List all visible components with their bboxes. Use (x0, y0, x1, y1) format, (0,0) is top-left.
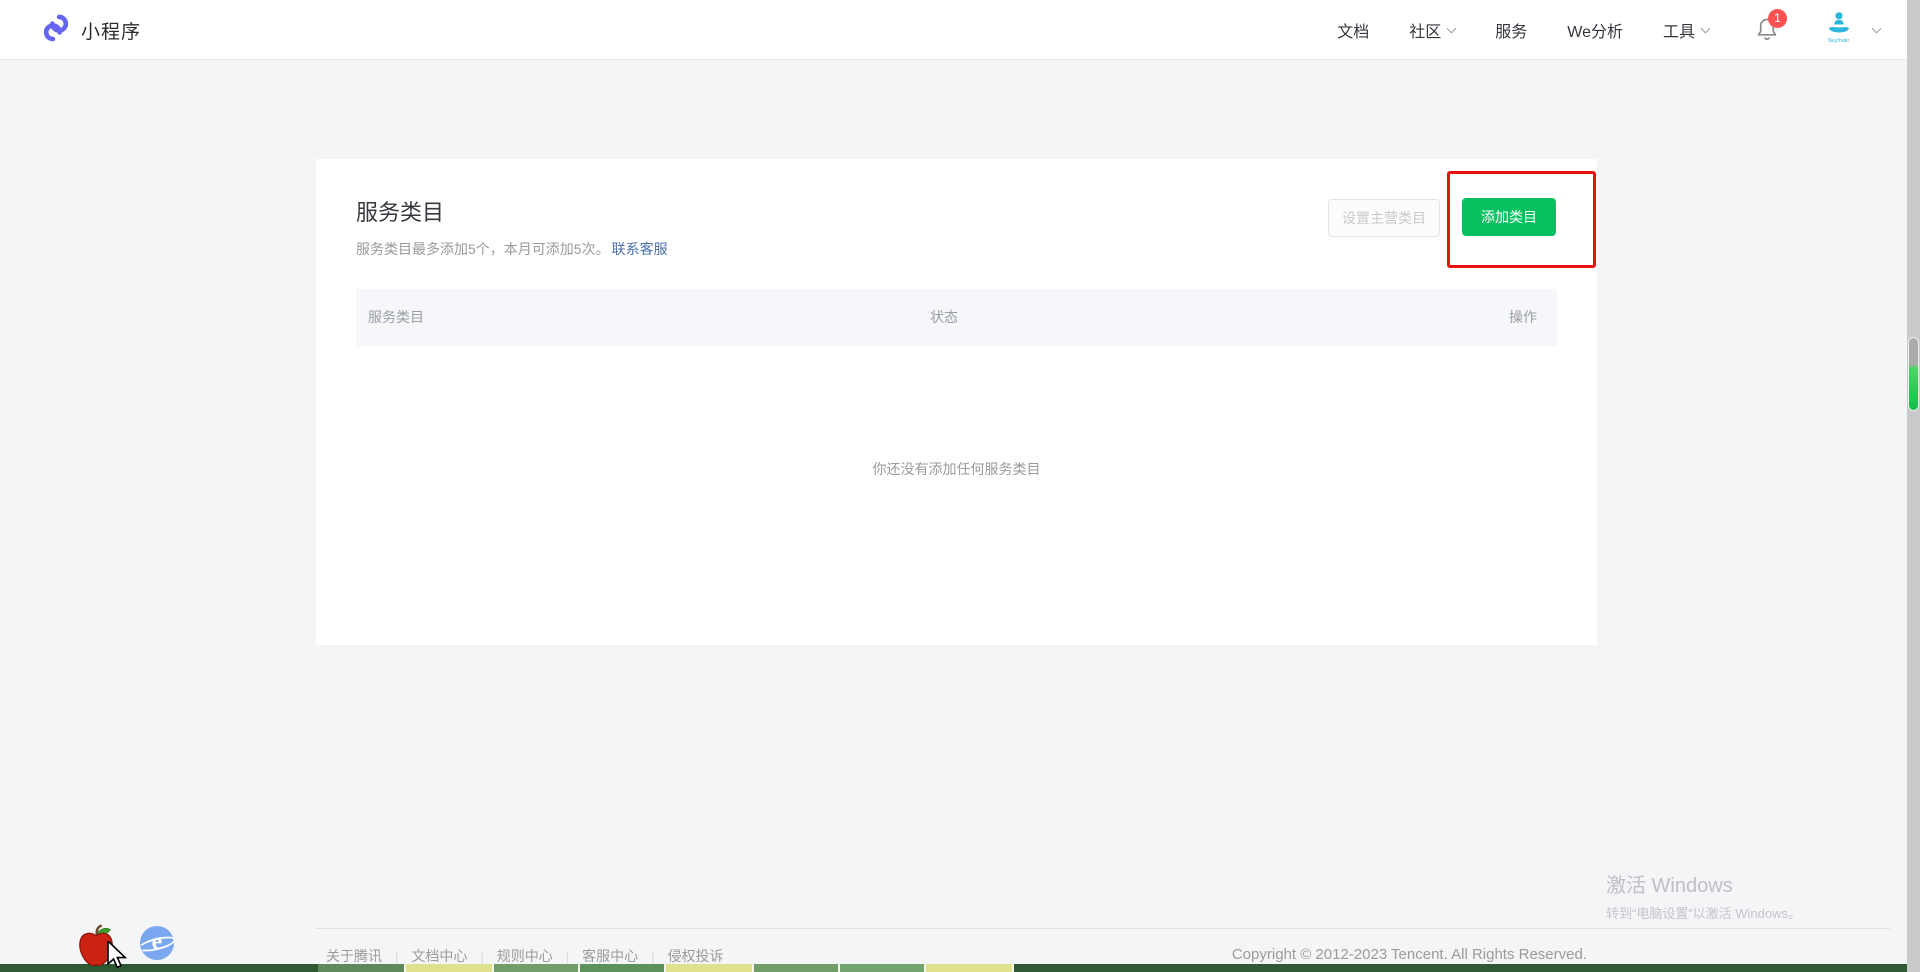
account-chevron-icon[interactable] (1872, 23, 1882, 33)
internet-explorer-icon[interactable]: e (140, 926, 174, 960)
notification-bell[interactable]: 1 (1755, 16, 1781, 44)
nav-label: We分析 (1567, 18, 1623, 42)
footer-link-infringement[interactable]: 侵权投诉 (668, 946, 724, 966)
scrollbar-track[interactable] (1907, 0, 1920, 972)
avatar-logo-icon (1824, 11, 1854, 40)
footer-separator: | (566, 949, 569, 964)
nav-item-tools[interactable]: 工具 (1663, 18, 1709, 42)
footer-link-support-center[interactable]: 客服中心 (582, 946, 638, 966)
account-avatar[interactable]: Skychakr (1817, 11, 1861, 49)
notification-badge: 1 (1768, 9, 1787, 28)
nav-item-we-analytics[interactable]: We分析 (1567, 18, 1623, 42)
footer-link-rules-center[interactable]: 规则中心 (497, 946, 553, 966)
nav-item-docs[interactable]: 文档 (1337, 18, 1369, 42)
footer-link-doc-center[interactable]: 文档中心 (411, 946, 467, 966)
nav-label: 社区 (1409, 18, 1441, 42)
miniprogram-logo-icon (40, 12, 72, 49)
scrollbar-thumb[interactable] (1908, 337, 1919, 411)
footer-link-about-tencent[interactable]: 关于腾讯 (326, 946, 382, 966)
set-main-category-button[interactable]: 设置主营类目 (1328, 199, 1440, 237)
bell-icon (1755, 29, 1779, 46)
footer-links: 关于腾讯 | 文档中心 | 规则中心 | 客服中心 | 侵权投诉 (326, 946, 724, 966)
table-header: 服务类目 状态 操作 (356, 289, 1557, 346)
nav-item-service[interactable]: 服务 (1495, 18, 1527, 42)
footer-separator: | (480, 949, 483, 964)
contact-support-link[interactable]: 联系客服 (612, 241, 668, 257)
nav-label: 服务 (1495, 18, 1527, 42)
footer-separator: | (395, 949, 398, 964)
column-actions: 操作 (1509, 289, 1537, 346)
nav-item-community[interactable]: 社区 (1409, 18, 1455, 42)
footer-divider (316, 928, 1890, 929)
screen: 小程序 文档 社区 服务 We分析 工具 (0, 0, 1920, 972)
brand-title: 小程序 (81, 17, 141, 44)
topbar: 小程序 文档 社区 服务 We分析 工具 (0, 0, 1920, 60)
watermark-subtitle: 转到“电脑设置”以激活 Windows。 (1606, 903, 1801, 922)
nav-label: 文档 (1337, 18, 1369, 42)
category-limit-description: 服务类目最多添加5个，本月可添加5次。联系客服 (356, 239, 668, 259)
description-text: 服务类目最多添加5个，本月可添加5次。 (356, 241, 610, 257)
copyright-text: Copyright © 2012-2023 Tencent. All Right… (1232, 946, 1587, 963)
column-service-category: 服务类目 (368, 289, 424, 346)
footer-separator: | (651, 949, 654, 964)
service-category-card: 服务类目 服务类目最多添加5个，本月可添加5次。联系客服 设置主营类目 添加类目… (316, 159, 1597, 645)
chevron-down-icon (1447, 23, 1457, 33)
background-window-strip (0, 964, 1920, 972)
avatar-caption: Skychakr (1828, 38, 1849, 44)
mouse-cursor-icon (106, 941, 130, 972)
excel-strip-blocks (318, 964, 1014, 972)
add-category-button[interactable]: 添加类目 (1462, 198, 1556, 236)
top-nav: 文档 社区 服务 We分析 工具 (1297, 0, 1880, 60)
empty-state-message: 你还没有添加任何服务类目 (316, 459, 1597, 479)
brand[interactable]: 小程序 (40, 0, 141, 60)
column-status: 状态 (930, 289, 958, 346)
watermark-title: 激活 Windows (1606, 869, 1801, 898)
page-title: 服务类目 (356, 195, 444, 227)
windows-activation-watermark: 激活 Windows 转到“电脑设置”以激活 Windows。 (1606, 869, 1801, 922)
nav-label: 工具 (1663, 18, 1695, 42)
chevron-down-icon (1701, 23, 1711, 33)
